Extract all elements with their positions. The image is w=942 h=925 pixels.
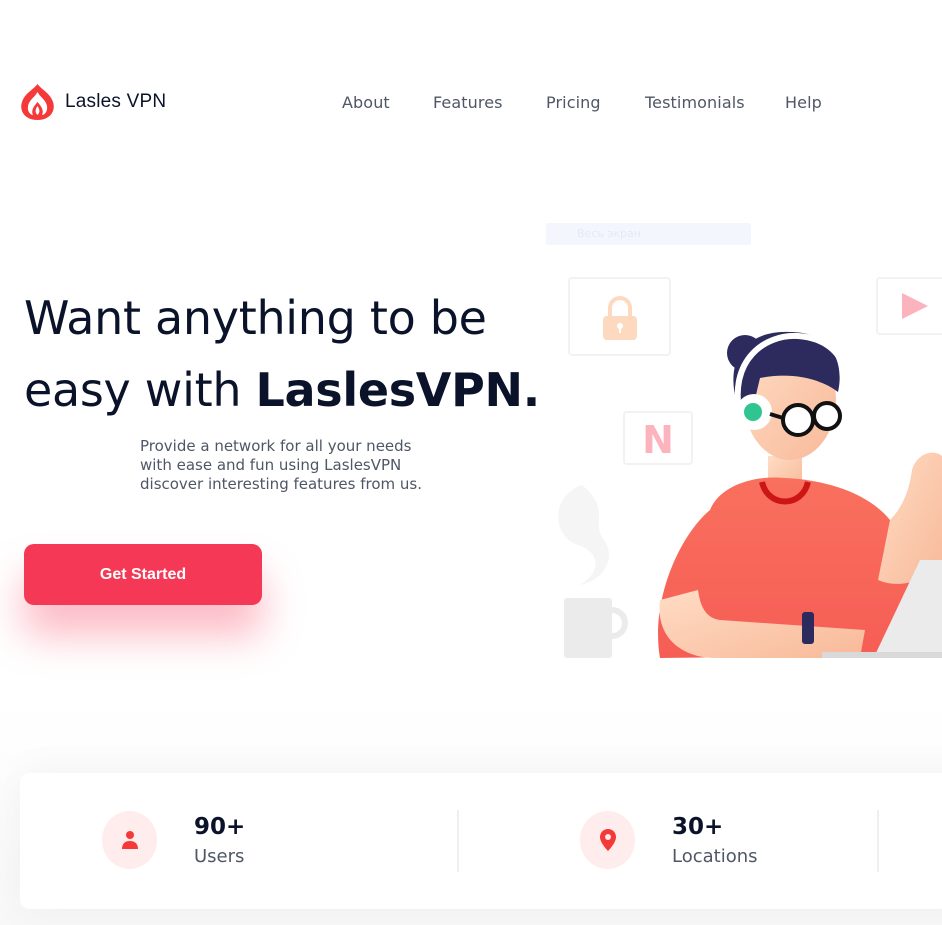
nav-link-pricing[interactable]: Pricing <box>546 93 601 112</box>
location-icon-badge <box>580 811 635 869</box>
fullscreen-overlay-bar: Весь экран <box>546 223 751 245</box>
location-pin-icon <box>599 829 616 851</box>
person-illustration <box>658 331 942 658</box>
stats-divider <box>457 810 459 872</box>
hero-title-brand: LaslesVPN. <box>255 363 541 417</box>
stat-users: 90+ Users <box>102 811 245 869</box>
stat-locations-value: 30+ <box>672 814 724 840</box>
stat-users-text: 90+ Users <box>194 813 245 867</box>
stat-locations-text: 30+ Locations <box>672 813 758 867</box>
hero-subtitle: Provide a network for all your needs wit… <box>140 437 460 494</box>
hero-subtitle-line3: discover interesting features from us. <box>140 475 422 493</box>
stat-users-value: 90+ <box>194 814 246 840</box>
stats-divider <box>877 810 879 872</box>
netflix-logo-text: N <box>642 418 674 462</box>
hero-subtitle-line2: with ease and fun using LaslesVPN <box>140 456 402 474</box>
stat-locations-label: Locations <box>672 846 758 867</box>
lock-card <box>568 277 671 356</box>
main-nav: About Features Pricing Testimonials Help <box>0 93 942 113</box>
netflix-card: N <box>623 411 693 465</box>
hero-illustration: N <box>558 277 942 658</box>
user-icon-badge <box>102 811 157 869</box>
nav-link-help[interactable]: Help <box>785 93 822 112</box>
landing-page: Lasles VPN About Features Pricing Testim… <box>0 0 942 925</box>
user-icon <box>121 831 138 849</box>
nav-link-features[interactable]: Features <box>433 93 503 112</box>
hero-title: Want anything to be easy with LaslesVPN. <box>24 282 584 426</box>
hero-title-line2-prefix: easy with <box>24 363 256 417</box>
coffee-mug <box>558 485 628 658</box>
nav-link-testimonials[interactable]: Testimonials <box>645 93 745 112</box>
stat-locations: 30+ Locations <box>580 811 758 869</box>
video-card <box>876 277 942 335</box>
hero-title-line1: Want anything to be <box>24 291 487 345</box>
nav-link-about[interactable]: About <box>342 93 390 112</box>
stat-users-label: Users <box>194 846 245 867</box>
stats-card: 90+ Users 30+ Locations <box>20 773 942 909</box>
hero-subtitle-line1: Provide a network for all your needs <box>140 437 412 455</box>
get-started-button[interactable]: Get Started <box>24 544 262 605</box>
